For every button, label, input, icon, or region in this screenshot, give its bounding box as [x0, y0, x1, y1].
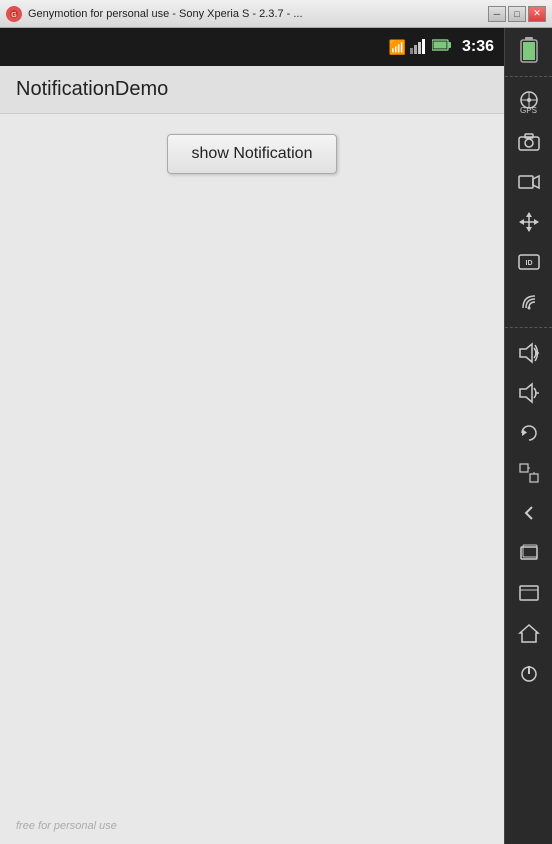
sidebar-bottom-section [505, 334, 552, 840]
phone-screen: 📶 [0, 28, 504, 844]
svg-text:G: G [11, 12, 16, 19]
volume-up-button[interactable] [510, 334, 548, 372]
battery-status-icon [510, 32, 548, 70]
app-icon: G [6, 6, 22, 22]
sidebar-top-section [505, 32, 552, 77]
show-notification-button[interactable]: show Notification [167, 134, 338, 174]
battery-icon [432, 38, 452, 57]
main-area: 📶 [0, 28, 552, 844]
video-button[interactable] [510, 163, 548, 201]
radio-button[interactable] [510, 283, 548, 321]
watermark-text: free for personal use [16, 820, 117, 832]
minimize-button[interactable]: ─ [488, 6, 506, 22]
close-button[interactable]: ✕ [528, 6, 546, 22]
rotate-button[interactable] [510, 414, 548, 452]
camera-button[interactable] [510, 123, 548, 161]
navigate-button[interactable] [510, 203, 548, 241]
volume-down-button[interactable] [510, 374, 548, 412]
gps-button[interactable]: GPS [510, 83, 548, 121]
window-controls: ─ □ ✕ [488, 6, 546, 22]
status-bar: 📶 [0, 28, 504, 66]
scale-button[interactable] [510, 454, 548, 492]
app-content: show Notification free for personal use [0, 114, 504, 844]
nfc-button[interactable]: ID [510, 243, 548, 281]
home-button[interactable] [510, 614, 548, 652]
sidebar: GPS [504, 28, 552, 844]
app-title: NotificationDemo [16, 78, 168, 101]
overview-button[interactable] [510, 574, 548, 612]
window-title: Genymotion for personal use - Sony Xperi… [28, 8, 488, 20]
window: G Genymotion for personal use - Sony Xpe… [0, 0, 552, 844]
title-bar: G Genymotion for personal use - Sony Xpe… [0, 0, 552, 28]
signal-icon [410, 38, 428, 57]
recent-apps-button[interactable] [510, 534, 548, 572]
time-display: 3:36 [462, 38, 494, 56]
svg-text:ID: ID [525, 260, 532, 267]
power-button[interactable] [510, 654, 548, 692]
sidebar-mid-section: GPS [505, 83, 552, 328]
back-button[interactable] [510, 494, 548, 532]
status-icons: 📶 [389, 38, 494, 57]
wifi-icon: 📶 [389, 39, 406, 56]
app-header: NotificationDemo [0, 66, 504, 114]
restore-button[interactable]: □ [508, 6, 526, 22]
gps-label: GPS [520, 106, 537, 115]
